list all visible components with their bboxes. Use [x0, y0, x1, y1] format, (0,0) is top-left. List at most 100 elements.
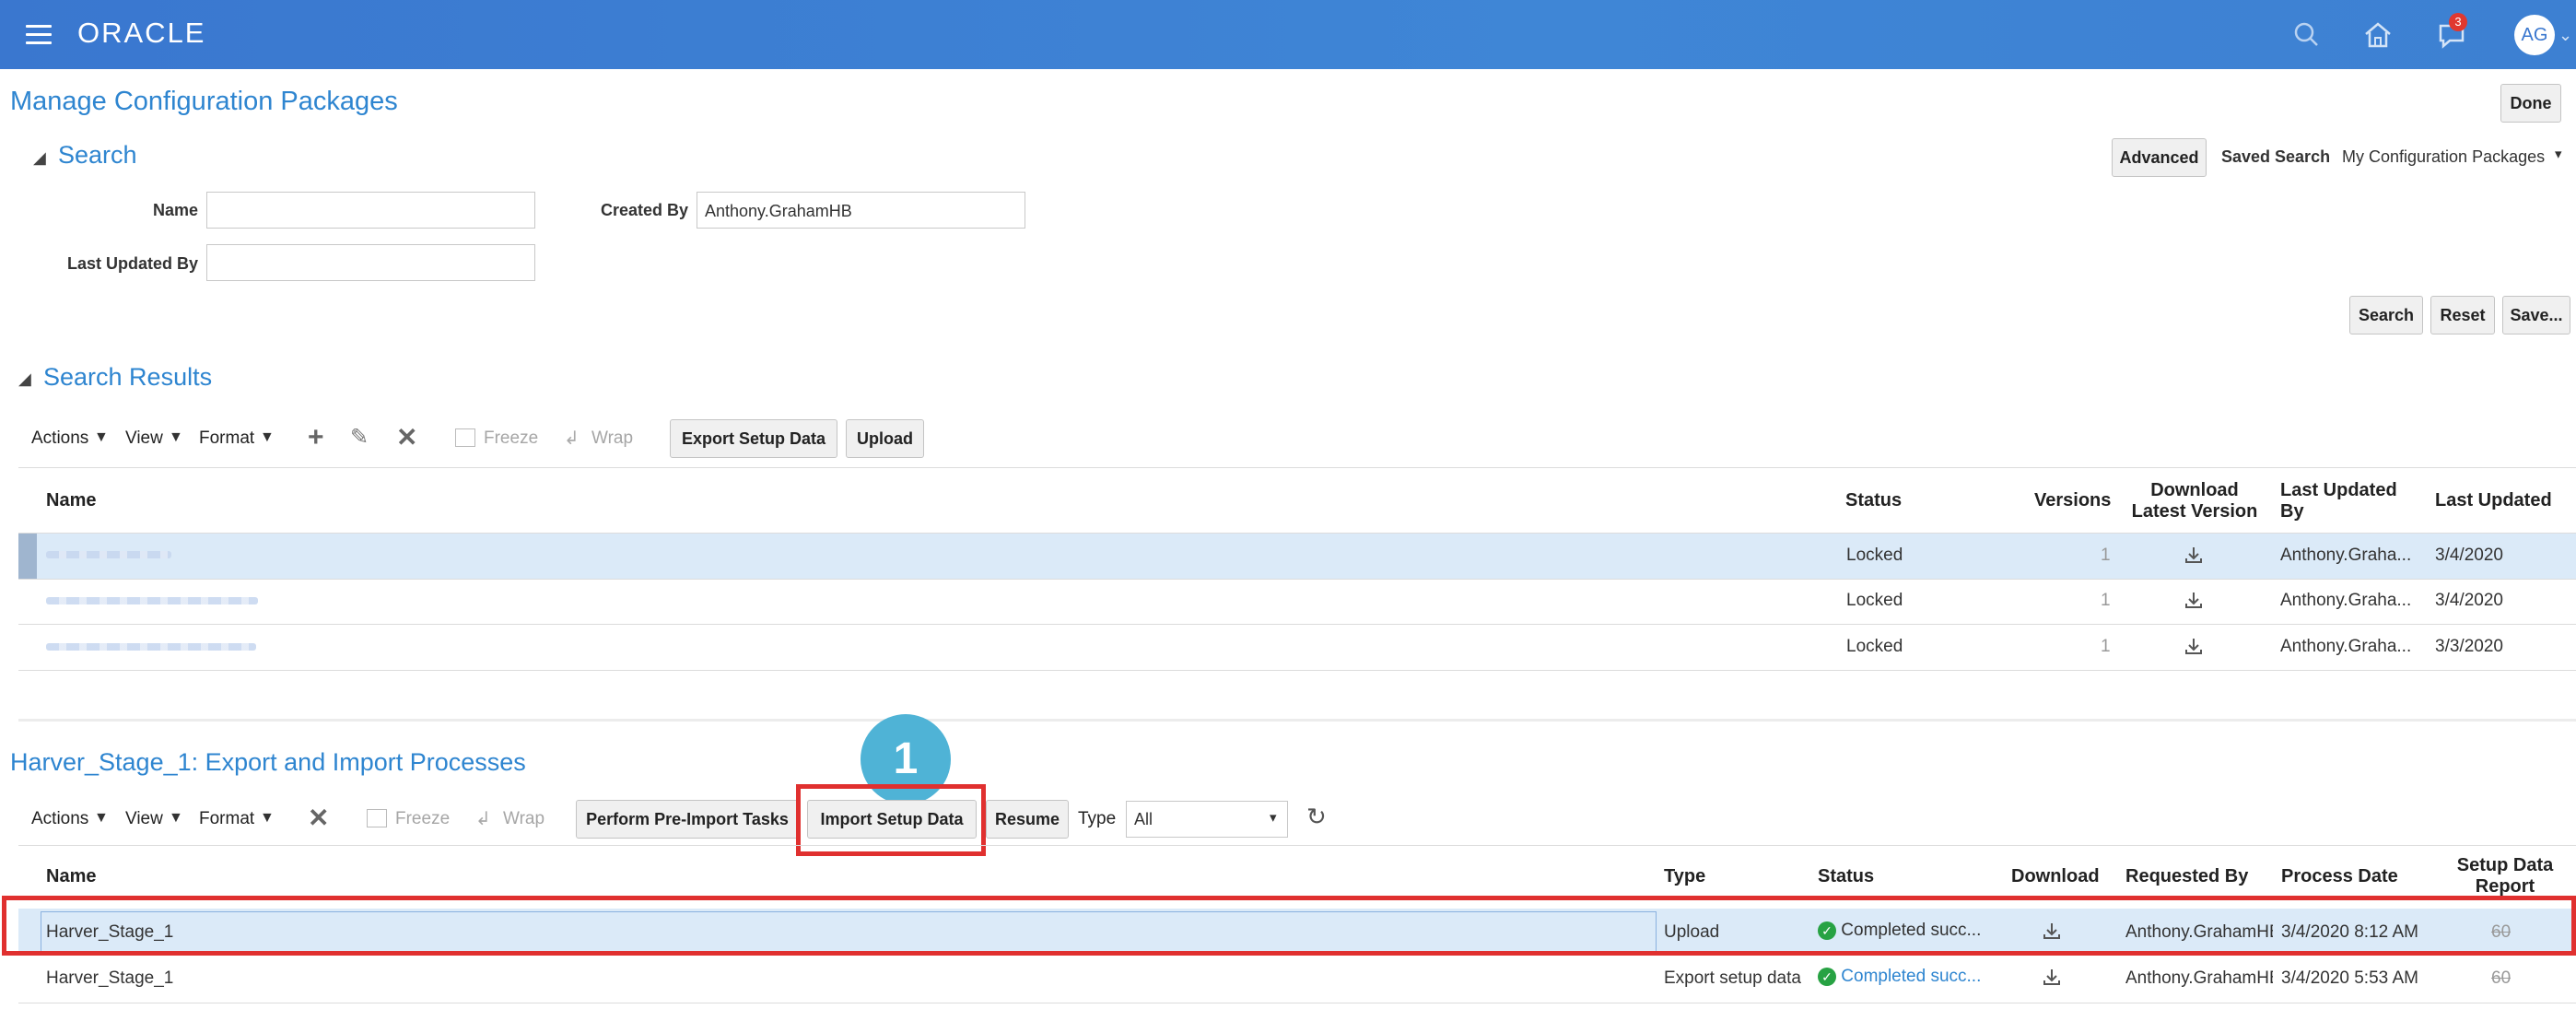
- highlight-box: [2, 896, 2576, 956]
- collapse-triangle-icon[interactable]: ◢: [18, 370, 31, 389]
- column-header-download[interactable]: Download Latest Version: [2130, 480, 2259, 522]
- chevron-down-icon[interactable]: ▾: [1270, 809, 1277, 826]
- type-select[interactable]: All: [1126, 801, 1288, 838]
- status-cell[interactable]: ✓ Completed succ...: [1818, 967, 1984, 987]
- name-label: Name: [152, 201, 198, 219]
- type-label: Type: [1078, 809, 1117, 828]
- column-header-status[interactable]: Status: [1845, 490, 1902, 511]
- column-header-process-date[interactable]: Process Date: [2281, 866, 2398, 887]
- upload-button[interactable]: Upload: [846, 419, 924, 458]
- download-icon[interactable]: [2184, 636, 2204, 656]
- actions-menu[interactable]: Actions: [31, 428, 88, 449]
- collapse-triangle-icon[interactable]: ◢: [33, 148, 46, 168]
- package-name-link[interactable]: [46, 597, 258, 604]
- updated-by-cell: Anthony.Graha...: [2280, 546, 2412, 565]
- oracle-logo[interactable]: ORACLE: [77, 17, 205, 50]
- created-by-input[interactable]: Anthony.GrahamHB: [697, 192, 1025, 229]
- wrap-button[interactable]: Wrap: [503, 809, 544, 829]
- view-menu[interactable]: View: [125, 428, 163, 449]
- caret-down-icon[interactable]: ▼: [94, 429, 109, 446]
- updated-by-cell: Anthony.Graha...: [2280, 637, 2412, 656]
- created-by-label: Created By: [600, 201, 688, 219]
- delete-icon[interactable]: ✕: [396, 422, 417, 452]
- actions-menu[interactable]: Actions: [31, 809, 88, 829]
- row-divider: [18, 670, 2576, 671]
- done-button[interactable]: Done: [2500, 84, 2561, 123]
- requested-by-cell: Anthony.GrahamHB: [2125, 968, 2273, 988]
- status-link[interactable]: Completed succ...: [1841, 967, 1981, 986]
- column-header-name[interactable]: Name: [46, 490, 96, 511]
- search-button[interactable]: Search: [2349, 296, 2423, 334]
- status-cell: Locked: [1846, 546, 1903, 565]
- package-name-link[interactable]: [46, 551, 171, 558]
- row-selector[interactable]: [18, 534, 37, 579]
- download-icon[interactable]: [2042, 967, 2062, 987]
- chevron-down-icon[interactable]: ⌄: [2558, 26, 2572, 45]
- chevron-down-icon[interactable]: ▾: [2555, 146, 2562, 162]
- export-setup-data-button[interactable]: Export Setup Data: [670, 419, 837, 458]
- delete-icon[interactable]: ✕: [308, 803, 329, 833]
- search-icon[interactable]: [2289, 17, 2325, 53]
- header-line: By: [2280, 501, 2304, 522]
- header-line: Setup Data: [2456, 855, 2554, 875]
- advanced-button[interactable]: Advanced: [2112, 138, 2207, 177]
- download-icon[interactable]: [2184, 590, 2204, 610]
- table-top-border: [18, 845, 2576, 846]
- last-updated-by-input[interactable]: [206, 244, 535, 281]
- name-input[interactable]: [206, 192, 535, 229]
- column-header-type[interactable]: Type: [1664, 866, 1705, 887]
- column-header-last-updated[interactable]: Last Updated: [2435, 490, 2552, 511]
- save-search-button[interactable]: Save...: [2502, 296, 2570, 334]
- column-header-setup-data-report[interactable]: Setup Data Report: [2447, 855, 2563, 898]
- updated-cell: 3/4/2020: [2435, 591, 2503, 610]
- report-icon: 60: [2491, 968, 2512, 988]
- hamburger-icon[interactable]: [26, 25, 52, 45]
- process-date-cell: 3/4/2020 5:53 AM: [2281, 968, 2418, 988]
- reset-button[interactable]: Reset: [2430, 296, 2495, 334]
- freeze-icon: [367, 809, 387, 827]
- download-icon[interactable]: [2184, 545, 2204, 565]
- column-header-name[interactable]: Name: [46, 866, 96, 887]
- freeze-button[interactable]: Freeze: [395, 809, 450, 829]
- header-line: Latest Version: [2131, 501, 2258, 522]
- table-top-border: [18, 467, 2576, 468]
- section-divider: [18, 719, 2576, 722]
- type-cell: Export setup data: [1664, 968, 1801, 988]
- search-heading[interactable]: Search: [58, 141, 137, 170]
- saved-search-select[interactable]: My Configuration Packages: [2342, 147, 2545, 167]
- column-header-download[interactable]: Download: [2011, 866, 2100, 887]
- saved-search-label: Saved Search: [2221, 147, 2331, 166]
- caret-down-icon[interactable]: ▼: [260, 429, 275, 446]
- avatar[interactable]: AG: [2514, 15, 2555, 55]
- resume-button[interactable]: Resume: [986, 800, 1069, 839]
- column-header-last-updated-by[interactable]: Last Updated By: [2280, 480, 2397, 522]
- wrap-button[interactable]: Wrap: [591, 428, 633, 449]
- versions-cell: 1: [2101, 591, 2111, 610]
- search-results-heading[interactable]: Search Results: [43, 363, 212, 392]
- notification-badge: 3: [2449, 13, 2467, 31]
- updated-cell: 3/3/2020: [2435, 637, 2503, 656]
- perform-pre-import-tasks-button[interactable]: Perform Pre-Import Tasks: [576, 800, 799, 839]
- process-name-cell: Harver_Stage_1: [46, 968, 174, 988]
- format-menu[interactable]: Format: [199, 428, 254, 449]
- versions-cell: 1: [2101, 546, 2111, 565]
- caret-down-icon[interactable]: ▼: [169, 429, 183, 446]
- column-header-status[interactable]: Status: [1818, 866, 1874, 887]
- column-header-requested-by[interactable]: Requested By: [2125, 866, 2248, 887]
- caret-down-icon[interactable]: ▼: [169, 810, 183, 827]
- edit-pencil-icon[interactable]: ✎: [350, 424, 369, 451]
- page-title: Manage Configuration Packages: [10, 87, 398, 116]
- home-icon[interactable]: [2359, 17, 2396, 53]
- format-menu[interactable]: Format: [199, 809, 254, 829]
- column-header-versions[interactable]: Versions: [2034, 490, 2111, 511]
- updated-cell: 3/4/2020: [2435, 546, 2503, 565]
- package-name-link[interactable]: [46, 643, 256, 651]
- refresh-icon[interactable]: ↻: [1306, 803, 1327, 831]
- caret-down-icon[interactable]: ▼: [94, 810, 109, 827]
- freeze-button[interactable]: Freeze: [484, 428, 538, 449]
- add-icon[interactable]: +: [308, 422, 324, 453]
- view-menu[interactable]: View: [125, 809, 163, 829]
- caret-down-icon[interactable]: ▼: [260, 810, 275, 827]
- last-updated-by-label: Last Updated By: [66, 254, 198, 273]
- updated-by-cell: Anthony.Graha...: [2280, 591, 2412, 610]
